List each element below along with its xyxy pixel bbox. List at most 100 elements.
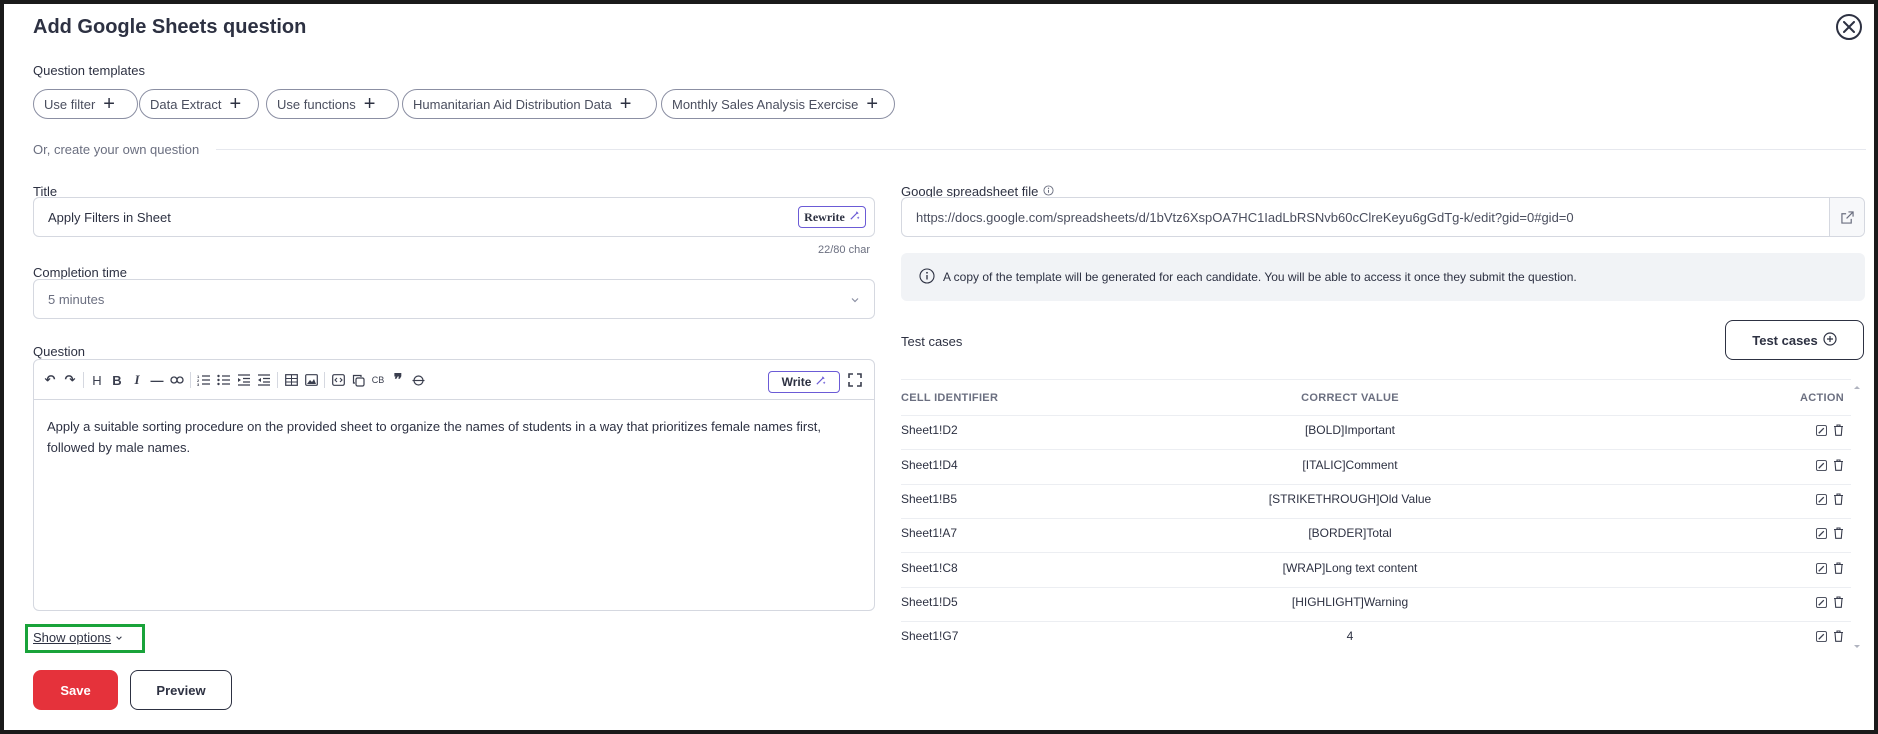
row-actions [1816,595,1844,613]
toolbar-separator [324,372,325,388]
redo-icon[interactable]: ↷ [60,370,80,390]
trash-icon[interactable] [1833,458,1844,476]
edit-icon[interactable] [1816,458,1827,476]
trash-icon[interactable] [1833,423,1844,441]
close-icon[interactable] [1836,14,1862,40]
edit-icon[interactable] [1816,526,1827,544]
completion-label: Completion time [33,265,127,280]
completion-select[interactable]: 5 minutes [33,279,875,319]
image-icon[interactable] [301,370,321,390]
edit-icon[interactable] [1816,492,1827,510]
table-top-border [901,379,1851,380]
edit-icon[interactable] [1816,629,1827,647]
completion-value: 5 minutes [48,291,105,307]
row-cell-id: Sheet1!G7 [901,629,959,643]
show-options-toggle[interactable]: Show options [33,630,123,645]
plus-circle-icon [1823,331,1837,349]
edit-icon[interactable] [1816,423,1827,441]
row-divider [901,518,1851,519]
horizontal-rule-icon[interactable]: — [147,370,167,390]
question-editor: ↶ ↷ H B I — 123 CB ❞ Write Apply a suita… [33,359,875,611]
open-external-icon[interactable] [1829,198,1864,236]
write-label: Write [781,375,812,389]
row-actions [1816,423,1844,441]
template-chip-use-filter[interactable]: Use filter + [33,89,138,119]
column-header-value: CORRECT VALUE [1301,392,1399,404]
divider [216,149,1866,150]
row-actions [1816,561,1844,579]
bullet-list-icon[interactable] [214,370,234,390]
copy-icon[interactable] [348,370,368,390]
column-header-action: ACTION [1800,392,1844,404]
row-correct-value: [BORDER]Total [1308,526,1392,540]
column-header-cell: CELL IDENTIFIER [901,392,999,404]
info-icon [919,267,935,287]
fullscreen-icon[interactable] [848,373,862,390]
template-chip-data-extract[interactable]: Data Extract + [139,89,259,119]
chip-label: Humanitarian Aid Distribution Data [413,96,612,112]
info-text: A copy of the template will be generated… [943,270,1577,284]
row-divider [901,587,1851,588]
toolbar-divider [34,399,874,400]
edit-icon[interactable] [1816,561,1827,579]
code-block-icon[interactable] [328,370,348,390]
outdent-icon[interactable] [254,370,274,390]
row-cell-id: Sheet1!D5 [901,595,958,609]
spreadsheet-url-input[interactable]: https://docs.google.com/spreadsheets/d/1… [901,197,1865,237]
show-options-label: Show options [33,630,112,645]
rewrite-button[interactable]: Rewrite [798,206,866,228]
title-input[interactable]: Apply Filters in Sheet [33,197,875,237]
row-divider [901,449,1851,450]
link-icon[interactable] [167,370,187,390]
toolbar-separator [277,372,278,388]
test-cases-label: Test cases [901,334,963,349]
plus-icon: + [103,93,115,115]
trash-icon[interactable] [1833,595,1844,613]
edit-icon[interactable] [1816,595,1827,613]
preview-button[interactable]: Preview [130,670,232,710]
chip-label: Data Extract [150,96,222,112]
magic-pen-icon [849,210,860,225]
template-chip-use-functions[interactable]: Use functions + [266,89,399,119]
chip-label: Use functions [277,96,356,112]
add-test-case-button[interactable]: Test cases [1725,320,1864,360]
question-label: Question [33,344,86,359]
strikethrough-icon[interactable] [408,370,428,390]
heading-icon[interactable]: H [87,370,107,390]
chevron-down-icon [850,293,860,308]
row-cell-id: Sheet1!B5 [901,492,958,506]
row-cell-id: Sheet1!C8 [901,561,958,575]
row-cell-id: Sheet1!A7 [901,526,958,540]
template-chip-humanitarian[interactable]: Humanitarian Aid Distribution Data + [402,89,657,119]
row-cell-id: Sheet1!D4 [901,458,958,472]
code-inline-icon[interactable]: CB [368,370,388,390]
trash-icon[interactable] [1833,526,1844,544]
ordered-list-icon[interactable]: 123 [194,370,214,390]
test-cases-button-label: Test cases [1752,332,1818,348]
italic-icon[interactable]: I [127,370,147,390]
trash-icon[interactable] [1833,629,1844,647]
rewrite-label: Rewrite [804,209,845,224]
trash-icon[interactable] [1833,561,1844,579]
add-question-modal: Add Google Sheets question Question temp… [4,4,1874,730]
row-actions [1816,492,1844,510]
editor-toolbar: ↶ ↷ H B I — 123 CB ❞ [40,370,428,390]
row-divider [901,621,1851,622]
row-actions [1816,629,1844,647]
indent-icon[interactable] [234,370,254,390]
table-icon[interactable] [281,370,301,390]
template-chip-monthly-sales[interactable]: Monthly Sales Analysis Exercise + [661,89,895,119]
save-button[interactable]: Save [33,670,118,710]
svg-text:3: 3 [197,382,200,386]
undo-icon[interactable]: ↶ [40,370,60,390]
trash-icon[interactable] [1833,492,1844,510]
toolbar-separator [190,372,191,388]
row-divider [901,552,1851,553]
question-body[interactable]: Apply a suitable sorting procedure on th… [47,416,862,458]
spreadsheet-url: https://docs.google.com/spreadsheets/d/1… [916,209,1574,225]
plus-icon: + [229,93,242,115]
bold-icon[interactable]: B [107,370,127,390]
table-scrollbar[interactable] [1854,384,1860,650]
write-button[interactable]: Write [768,371,840,393]
quote-icon[interactable]: ❞ [388,370,408,390]
